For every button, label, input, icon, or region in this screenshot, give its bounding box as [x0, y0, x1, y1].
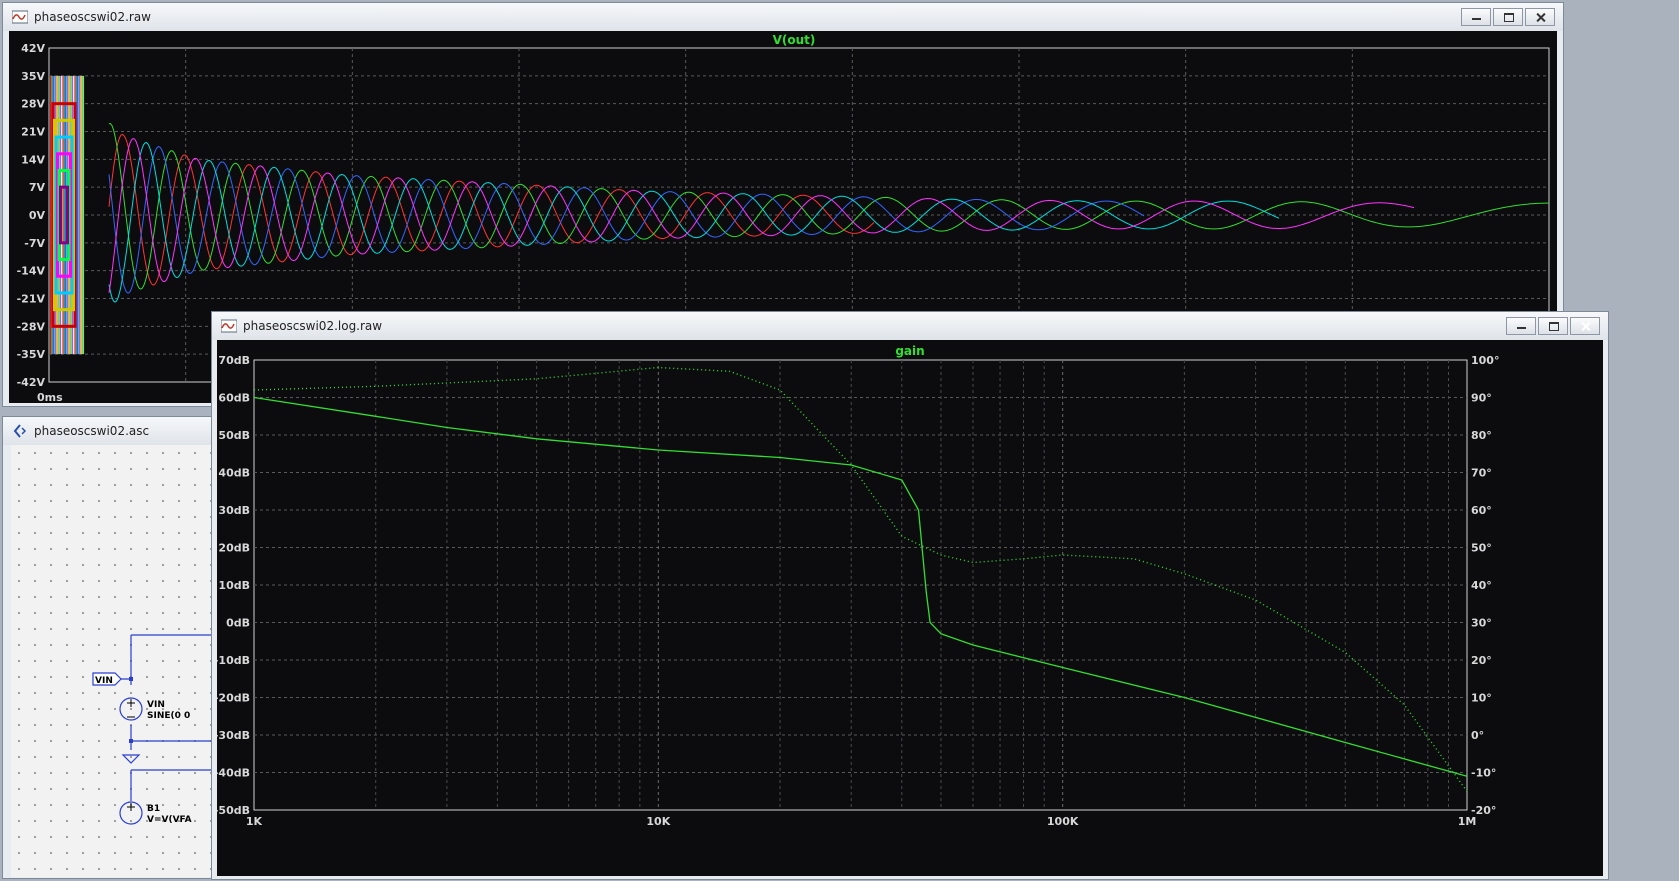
ac-window-title: phaseoscswi02.log.raw [243, 319, 383, 333]
y2-tick-label: 80° [1471, 429, 1492, 442]
y2-tick-label: 0° [1471, 729, 1484, 742]
y-tick-label: -28V [17, 320, 46, 333]
trace-series [108, 142, 1280, 303]
transient-trace-label[interactable]: V(out) [773, 33, 816, 47]
y-tick-label: 0V [29, 209, 46, 222]
y-tick-label: 14V [21, 153, 45, 166]
schematic-window-title: phaseoscswi02.asc [34, 424, 150, 438]
y-tick-label: -35V [17, 348, 46, 361]
y-tick-label: 70dB [218, 354, 250, 367]
y-tick-label: -21V [17, 293, 46, 306]
vin-value-label: SINE(0 0 [147, 711, 190, 721]
ac-maximize-button[interactable] [1538, 317, 1568, 335]
y2-tick-label: 100° [1471, 354, 1499, 367]
y-tick-label: 0dB [226, 617, 250, 630]
ground-symbol [121, 754, 141, 764]
waveform-icon [221, 319, 237, 333]
b1-value-label: V=V(VFA [147, 815, 192, 825]
y2-tick-label: 60° [1471, 504, 1492, 517]
y2-tick-label: 90° [1471, 392, 1492, 405]
ac-trace-label[interactable]: gain [895, 344, 924, 358]
ac-close-button[interactable] [1570, 317, 1600, 335]
y2-tick-label: 40° [1471, 579, 1492, 592]
waveform-icon [12, 10, 28, 24]
y-tick-label: 40dB [218, 467, 250, 480]
ac-plot-pane[interactable]: gain 70dB 100° 60dB 90° 50dB 80° 40dB 70° 30dB 60… [217, 340, 1603, 876]
y2-tick-label: 70° [1471, 467, 1492, 480]
y2-tick-label: 30° [1471, 617, 1492, 630]
x-tick-label: 1K [246, 815, 263, 828]
schematic-drawing: VIN VIN SINE(0 0 B1 V=V(VFA [92, 634, 211, 825]
y-tick-label: -42V [17, 376, 46, 389]
y-tick-label: -40dB [217, 767, 250, 780]
y-tick-label: 60dB [218, 392, 250, 405]
y-tick-label: 35V [21, 70, 45, 83]
ac-titlebar[interactable]: phaseoscswi02.log.raw [212, 312, 1608, 340]
trace-series [108, 123, 1549, 290]
y-tick-label: -30dB [217, 729, 250, 742]
y2-tick-label: 10° [1471, 692, 1492, 705]
schematic-icon [13, 424, 27, 438]
b1-name-label: B1 [147, 804, 160, 814]
y-tick-label: -10dB [217, 654, 250, 667]
y-tick-label: 10dB [218, 579, 250, 592]
y-tick-label: 50dB [218, 429, 250, 442]
x-tick-label: 100K [1047, 815, 1079, 828]
y-tick-label: -7V [24, 237, 45, 250]
gain-phase-curve [253, 366, 1468, 792]
transient-close-button[interactable] [1525, 8, 1555, 26]
y-tick-label: 21V [21, 126, 45, 139]
junction-dot [129, 677, 133, 681]
ac-window[interactable]: phaseoscswi02.log.raw gain 70dB 100° 60dB 9… [211, 311, 1609, 880]
ac-minimize-button[interactable] [1506, 317, 1536, 335]
y-tick-label: -20dB [217, 692, 250, 705]
y-tick-label: 28V [21, 98, 45, 111]
y-tick-label: -14V [17, 265, 46, 278]
x-tick-label: 1M [1458, 815, 1477, 828]
y-tick-label: 7V [29, 181, 46, 194]
y2-tick-label: -10° [1471, 767, 1496, 780]
gain-magnitude-curve [253, 396, 1468, 777]
x-tick-label: 10K [646, 815, 670, 828]
transient-maximize-button[interactable] [1493, 8, 1523, 26]
transient-titlebar[interactable]: phaseoscswi02.raw [3, 3, 1563, 31]
y-tick-label: 30dB [218, 504, 250, 517]
y-tick-label: 42V [21, 42, 45, 55]
y-tick-label: 20dB [218, 542, 250, 555]
transient-window-title: phaseoscswi02.raw [34, 10, 151, 24]
transient-x-start-label: 0ms [37, 391, 63, 403]
vin-name-label: VIN [147, 700, 165, 710]
y2-tick-label: 50° [1471, 542, 1492, 555]
ac-plot[interactable]: gain 70dB 100° 60dB 90° 50dB 80° 40dB 70° 30dB 60… [217, 340, 1603, 876]
y2-tick-label: 20° [1471, 654, 1492, 667]
vin-net-flag-label: VIN [95, 676, 113, 686]
junction-dot [129, 739, 133, 743]
transient-minimize-button[interactable] [1461, 8, 1491, 26]
